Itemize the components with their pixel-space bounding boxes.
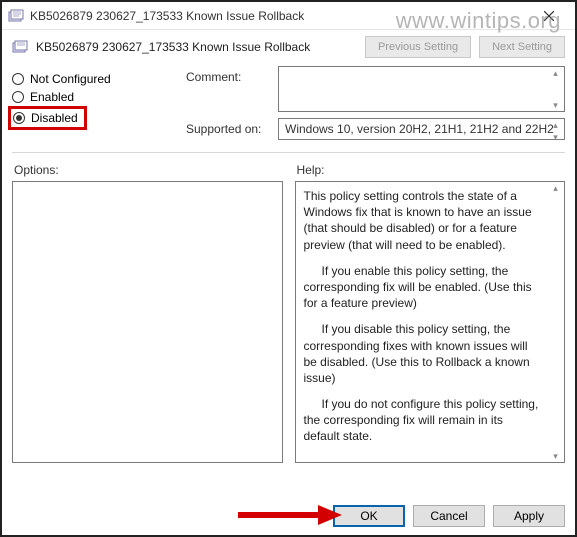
- scrollbar[interactable]: ▴▾: [547, 67, 564, 111]
- comment-label: Comment:: [186, 66, 270, 84]
- comment-input[interactable]: ▴▾: [278, 66, 565, 112]
- radio-icon: [12, 91, 24, 103]
- policy-name: KB5026879 230627_173533 Known Issue Roll…: [36, 40, 357, 54]
- radio-not-configured[interactable]: Not Configured: [12, 70, 172, 88]
- supported-on-box: Windows 10, version 20H2, 21H1, 21H2 and…: [278, 118, 565, 140]
- help-paragraph: If you disable this policy setting, the …: [304, 321, 543, 386]
- options-box: [12, 181, 283, 463]
- policy-icon: [8, 8, 24, 24]
- next-setting-button[interactable]: Next Setting: [479, 36, 565, 58]
- radio-label: Not Configured: [30, 72, 111, 86]
- help-paragraph: If you do not configure this policy sett…: [304, 396, 543, 445]
- state-radio-group: Not Configured Enabled Disabled: [12, 66, 172, 146]
- subheader: KB5026879 230627_173533 Known Issue Roll…: [2, 30, 575, 62]
- help-paragraph: This policy setting controls the state o…: [304, 188, 543, 253]
- close-button[interactable]: [529, 2, 569, 30]
- radio-icon: [12, 73, 24, 85]
- options-label: Options:: [12, 159, 283, 181]
- supported-label: Supported on:: [186, 118, 270, 136]
- radio-label: Disabled: [31, 111, 78, 125]
- cancel-button[interactable]: Cancel: [413, 505, 485, 527]
- titlebar: KB5026879 230627_173533 Known Issue Roll…: [2, 2, 575, 30]
- radio-icon: [13, 112, 25, 124]
- help-paragraph: If you enable this policy setting, the c…: [304, 263, 543, 312]
- ok-button[interactable]: OK: [333, 505, 405, 527]
- help-box: This policy setting controls the state o…: [295, 181, 566, 463]
- policy-icon: [12, 39, 28, 55]
- divider: [12, 152, 565, 153]
- help-text: This policy setting controls the state o…: [304, 188, 543, 445]
- previous-setting-button[interactable]: Previous Setting: [365, 36, 471, 58]
- dialog-footer: OK Cancel Apply: [12, 505, 565, 527]
- apply-button[interactable]: Apply: [493, 505, 565, 527]
- scrollbar[interactable]: ▴▾: [547, 119, 564, 139]
- scrollbar[interactable]: ▴▾: [547, 182, 564, 462]
- highlight-box: Disabled: [8, 106, 87, 130]
- radio-enabled[interactable]: Enabled: [12, 88, 172, 106]
- radio-label: Enabled: [30, 90, 74, 104]
- radio-disabled[interactable]: Disabled: [13, 111, 78, 125]
- window-title: KB5026879 230627_173533 Known Issue Roll…: [30, 9, 529, 23]
- supported-on-value: Windows 10, version 20H2, 21H1, 21H2 and…: [285, 122, 554, 136]
- help-label: Help:: [295, 159, 566, 181]
